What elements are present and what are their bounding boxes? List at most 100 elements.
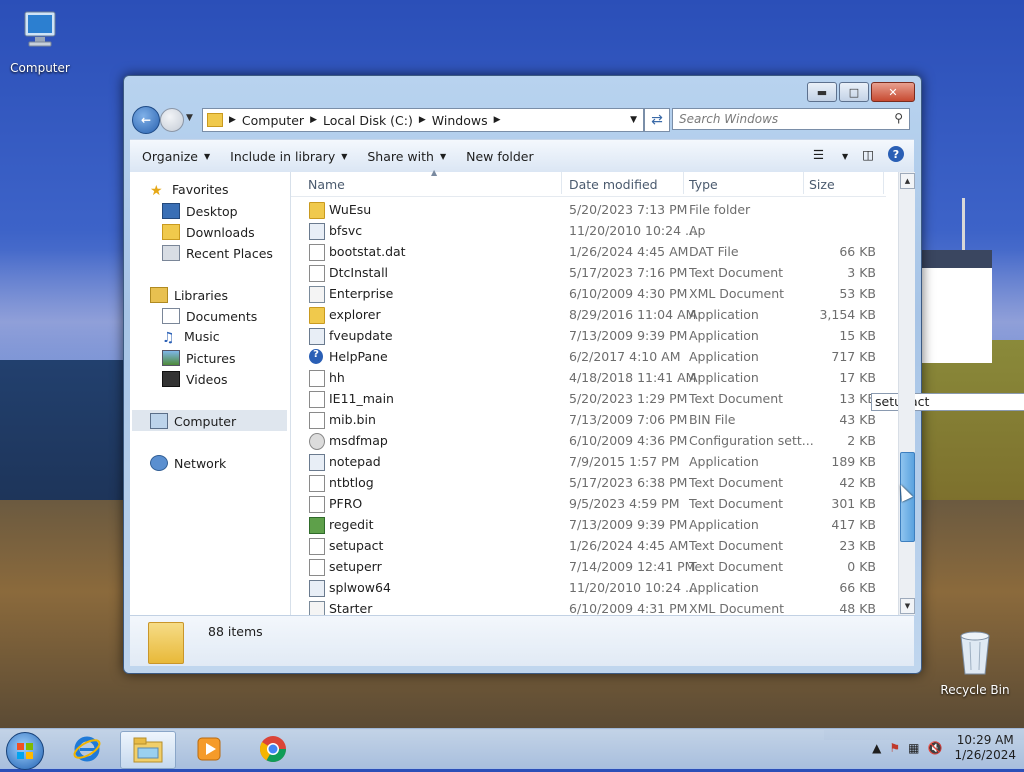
breadcrumb-windows[interactable]: Windows (432, 113, 488, 128)
taskbar-chrome[interactable] (246, 731, 300, 767)
explorer-window: ▬ □ ✕ ← ▼ ▶ Computer ▶ Local Disk (C:) ▶… (123, 75, 1024, 674)
column-date[interactable]: Date modified (569, 177, 658, 192)
view-options-button[interactable]: ☰ ▼ (813, 147, 848, 162)
table-row[interactable]: WuEsu 5/20/2023 7:13 PM File folder (291, 199, 886, 220)
table-row[interactable]: bfsvc 11/20/2010 10:24 ... Ap (291, 220, 886, 241)
desktop-computer-icon[interactable]: Computer (0, 8, 80, 75)
file-date: 11/20/2010 10:24 ... (569, 580, 697, 595)
column-name[interactable]: Name (308, 177, 345, 192)
taskbar-media-player[interactable] (182, 731, 236, 767)
file-date: 7/13/2009 7:06 PM (569, 412, 688, 427)
address-dropdown-icon[interactable]: ▼ (630, 115, 637, 125)
file-size: 66 KB (839, 244, 876, 259)
breadcrumb-computer[interactable]: Computer (242, 113, 304, 128)
details-pane: 88 items (130, 615, 914, 666)
nav-downloads[interactable]: Downloads (162, 224, 255, 240)
file-size: 43 KB (839, 412, 876, 427)
table-row[interactable]: fveupdate 7/13/2009 9:39 PM Application 15 … (291, 325, 886, 346)
scroll-up-button[interactable]: ▲ (900, 173, 915, 189)
preview-pane-button[interactable]: ◫ (862, 147, 874, 162)
maximize-button[interactable]: □ (839, 82, 869, 102)
table-row[interactable]: Enterprise 6/10/2009 4:30 PM XML Document 5… (291, 283, 886, 304)
table-row[interactable]: regedit 7/13/2009 9:39 PM Application 417 K… (291, 514, 886, 535)
nav-documents[interactable]: Documents (162, 308, 257, 324)
file-type: XML Document (689, 286, 785, 301)
file-date: 7/13/2009 9:39 PM (569, 328, 688, 343)
file-size: 66 KB (839, 580, 876, 595)
nav-desktop[interactable]: Desktop (162, 203, 238, 219)
file-name: IE11_main (329, 391, 394, 406)
table-row[interactable]: setupact 1/26/2024 4:45 AM Text Document 23… (291, 535, 886, 556)
taskbar-file-explorer[interactable] (120, 731, 176, 769)
recent-pages-dropdown[interactable]: ▼ (186, 113, 193, 123)
file-type: Ap (689, 223, 706, 238)
table-row[interactable]: explorer 8/29/2016 11:04 AM Application 3,1… (291, 304, 886, 325)
nav-pictures[interactable]: Pictures (162, 350, 236, 366)
table-row[interactable]: DtcInstall 5/17/2023 7:16 PM Text Document… (291, 262, 886, 283)
show-hidden-icons-button[interactable]: ▲ (872, 741, 881, 755)
clock[interactable]: 10:29 AM 1/26/2024 (954, 733, 1016, 763)
table-row[interactable]: msdfmap 6/10/2009 4:36 PM Configuration se… (291, 430, 886, 451)
start-button[interactable] (6, 732, 44, 770)
desktop-recycle-bin[interactable]: Recycle Bin (935, 630, 1015, 697)
breadcrumb-local-disk[interactable]: Local Disk (C:) (323, 113, 413, 128)
table-row[interactable]: mib.bin 7/13/2009 7:06 PM BIN File 43 KB (291, 409, 886, 430)
scroll-down-button[interactable]: ▼ (900, 598, 915, 614)
table-row[interactable]: PFRO 9/5/2023 4:59 PM Text Document 301 KB (291, 493, 886, 514)
address-bar[interactable]: ▶ Computer ▶ Local Disk (C:) ▶ Windows ▶… (202, 108, 644, 132)
nav-recent-places[interactable]: Recent Places (162, 245, 273, 261)
nav-videos[interactable]: Videos (162, 371, 228, 387)
chevron-right-icon[interactable]: ▶ (494, 115, 501, 125)
action-center-icon[interactable]: ⚑ (889, 741, 900, 755)
table-row[interactable]: splwow64 11/20/2010 10:24 ... Application 6… (291, 577, 886, 598)
volume-muted-icon[interactable]: 🔇 (928, 741, 943, 755)
file-size: 48 KB (839, 601, 876, 616)
column-type[interactable]: Type (689, 177, 718, 192)
music-icon: ♫ (162, 329, 175, 346)
regedit-icon (309, 517, 325, 534)
table-row[interactable]: hh 4/18/2018 11:41 AM Application 17 KB (291, 367, 886, 388)
file-type: Application (689, 517, 759, 532)
nav-computer[interactable]: Computer (150, 413, 236, 429)
file-icon (309, 538, 325, 555)
nav-favorites[interactable]: ★ Favorites (150, 182, 228, 199)
file-name: hh (329, 370, 345, 385)
taskbar-internet-explorer[interactable] (60, 731, 114, 767)
search-icon[interactable]: ⚲ (894, 111, 903, 125)
network-status-icon[interactable]: ▦ (908, 741, 919, 755)
file-name: notepad (329, 454, 381, 469)
videos-icon (162, 371, 180, 387)
help-button[interactable]: ? (888, 146, 904, 162)
minimize-button[interactable]: ▬ (807, 82, 837, 102)
column-divider[interactable] (561, 172, 562, 194)
back-button[interactable]: ← (132, 106, 160, 134)
include-in-library-button[interactable]: Include in library ▼ (230, 149, 347, 164)
table-row[interactable]: ntbtlog 5/17/2023 6:38 PM Text Document 42 … (291, 472, 886, 493)
search-input[interactable]: Search Windows ⚲ (672, 108, 910, 130)
organize-button[interactable]: Organize ▼ (142, 149, 210, 164)
taskbar: ▲ ⚑ ▦ 🔇 10:29 AM 1/26/2024 (0, 728, 1024, 770)
nav-music[interactable]: ♫ Music (162, 329, 220, 346)
forward-button[interactable] (160, 108, 184, 132)
chevron-right-icon[interactable]: ▶ (419, 115, 426, 125)
nav-network[interactable]: Network (150, 455, 226, 471)
chevron-right-icon[interactable]: ▶ (310, 115, 317, 125)
file-date: 7/14/2009 12:41 PM (569, 559, 696, 574)
refresh-button[interactable]: ⇄ (644, 108, 670, 132)
table-row[interactable]: notepad 7/9/2015 1:57 PM Application 189 KB (291, 451, 886, 472)
nav-libraries[interactable]: Libraries (150, 287, 228, 303)
table-row[interactable]: bootstat.dat 1/26/2024 4:45 AM DAT File 66 … (291, 241, 886, 262)
vertical-scrollbar[interactable]: ▲ ▼ (898, 172, 915, 615)
table-row[interactable]: setuperr 7/14/2009 12:41 PM Text Document 0… (291, 556, 886, 577)
column-divider[interactable] (683, 172, 684, 194)
table-row[interactable]: IE11_main 5/20/2023 1:29 PM Text Document 1… (291, 388, 886, 409)
close-button[interactable]: ✕ (871, 82, 915, 102)
column-divider[interactable] (803, 172, 804, 194)
new-folder-button[interactable]: New folder (466, 149, 534, 164)
chevron-right-icon[interactable]: ▶ (229, 115, 236, 125)
table-row[interactable]: ? HelpPane 6/2/2017 4:10 AM Application 717 … (291, 346, 886, 367)
share-with-button[interactable]: Share with ▼ (367, 149, 446, 164)
column-divider[interactable] (883, 172, 884, 194)
documents-icon (162, 308, 180, 324)
column-size[interactable]: Size (809, 177, 835, 192)
